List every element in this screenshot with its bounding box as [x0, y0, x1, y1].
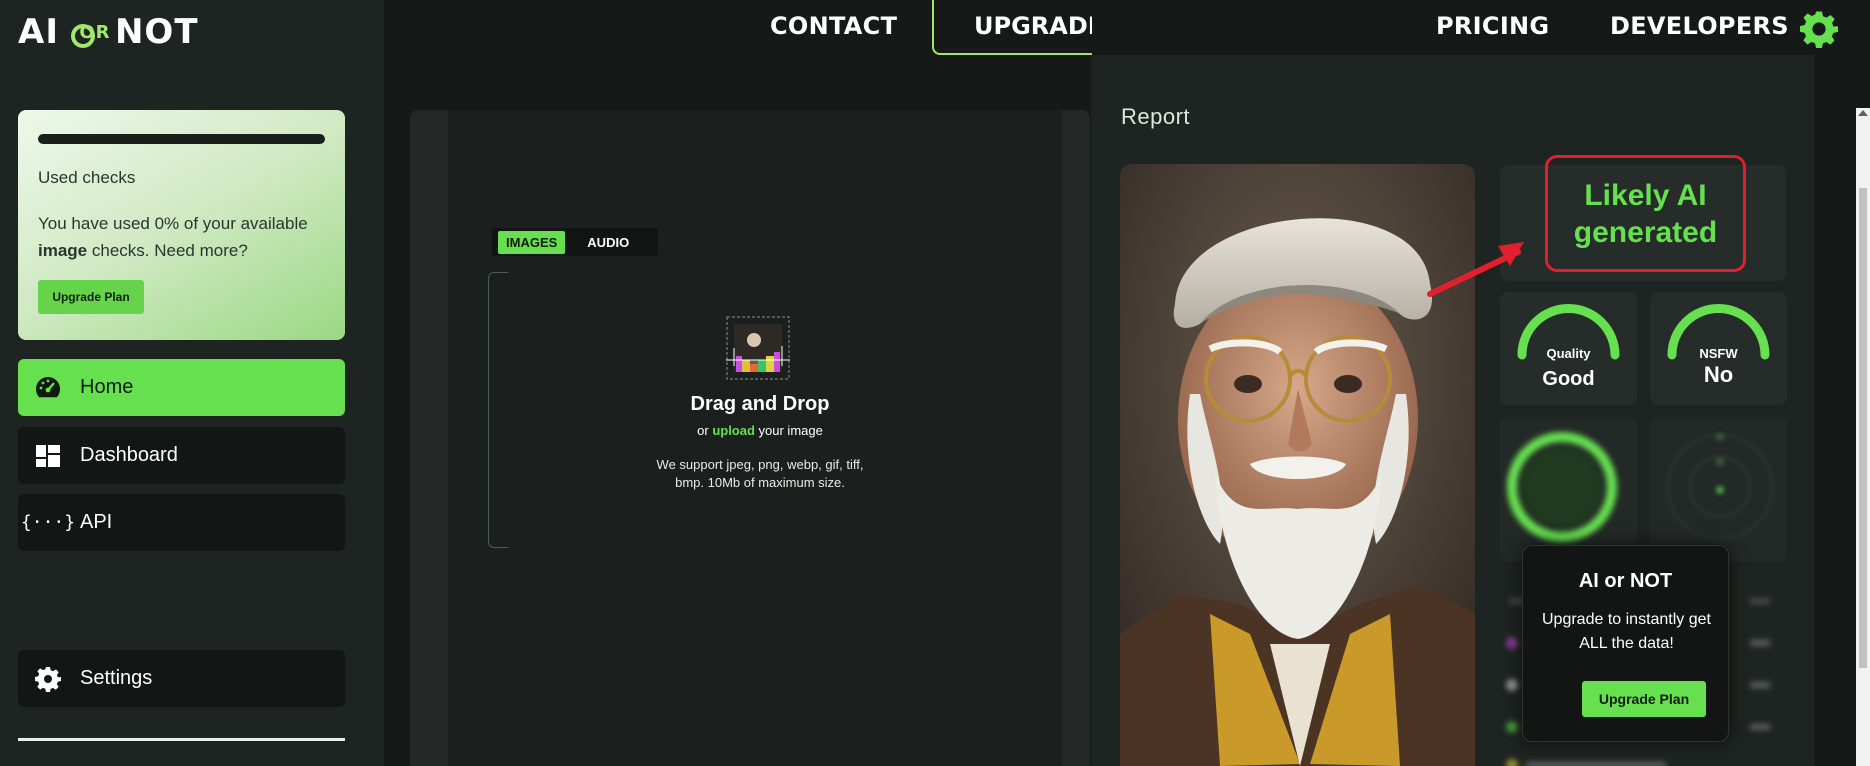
supported-formats-text: We support jpeg, png, webp, gif, tiff, b… [656, 457, 864, 490]
quality-label: Quality [1546, 346, 1591, 361]
upgrade-plan-button[interactable]: Upgrade Plan [38, 280, 144, 314]
checks-title: Used checks [38, 168, 136, 187]
settings-gear-icon[interactable] [1800, 10, 1838, 48]
sidebar-item-label: Home [80, 376, 134, 398]
verdict-text: Likely AI generated [1573, 178, 1718, 249]
logo-or: OR [69, 22, 110, 48]
nsfw-gauge-card: NSFW No [1650, 292, 1787, 405]
tab-images[interactable]: IMAGES [498, 230, 566, 254]
sidebar-item-label: API [80, 511, 113, 533]
upload-link[interactable]: upload [712, 423, 755, 438]
checks-description: You have used 0% of your available image… [38, 214, 308, 260]
sidebar-item-api[interactable]: {···} API [18, 494, 345, 551]
sidebar-item-home[interactable]: Home [18, 359, 345, 416]
nav-upgrade-button[interactable]: UPGRADE [932, 0, 1092, 55]
verdict-highlight: Likely AI generated [1545, 155, 1746, 272]
scrollbar-thumb[interactable] [1859, 188, 1867, 668]
upsell-upgrade-plan-button[interactable]: Upgrade Plan [1582, 681, 1706, 717]
dashboard-icon [34, 442, 62, 470]
drag-drop-title: Drag and Drop [690, 393, 830, 415]
media-type-tabs: IMAGES AUDIO [492, 228, 658, 256]
code-braces-icon: {···} [20, 512, 76, 533]
upload-image-icon[interactable] [726, 316, 790, 380]
drag-drop-subtitle: or upload your image [697, 423, 823, 438]
upsell-title: AI or NOT [1578, 570, 1673, 592]
upsell-text: Upgrade to instantly get ALL the data! [1542, 611, 1711, 652]
tab-audio[interactable]: AUDIO [579, 231, 637, 254]
quality-value: Good [1542, 368, 1595, 390]
logo-ai: AI [18, 12, 59, 52]
sidebar-item-label: Settings [80, 667, 153, 689]
speedometer-icon [34, 374, 62, 402]
logo[interactable]: AI OR NOT [18, 10, 199, 54]
quality-gauge-card: Quality Good [1500, 292, 1637, 405]
upgrade-popup: AI or NOT Upgrade to instantly get ALL t… [1522, 545, 1729, 742]
checks-progress-bar [38, 134, 325, 144]
used-checks-card: Used checks You have used 0% of your ava… [18, 110, 345, 340]
scrollbar[interactable] [1856, 108, 1870, 766]
sidebar-item-dashboard[interactable]: Dashboard [18, 427, 345, 484]
gear-icon [34, 665, 62, 693]
nav-pricing-link[interactable]: PRICING [1436, 12, 1549, 40]
upload-area [448, 110, 1062, 766]
sidebar-item-settings[interactable]: Settings [18, 650, 345, 707]
nsfw-value: No [1703, 362, 1734, 387]
scroll-up-arrow-icon[interactable] [1858, 110, 1868, 116]
logo-not: NOT [114, 12, 199, 52]
nav-developers-link[interactable]: DEVELOPERS [1610, 12, 1789, 40]
sidebar-divider [18, 738, 345, 741]
sidebar: AI OR NOT Used checks You have used 0% o… [0, 0, 384, 766]
dropzone-border[interactable] [488, 272, 508, 548]
scrollbar-gap [1856, 0, 1870, 108]
sidebar-item-label: Dashboard [80, 444, 178, 466]
nsfw-label: NSFW [1699, 346, 1738, 361]
nav-contact-link[interactable]: CONTACT [770, 12, 897, 40]
blurred-score-card [1500, 417, 1637, 562]
blurred-detail-card [1650, 417, 1787, 562]
report-heading: Report [1121, 104, 1191, 129]
